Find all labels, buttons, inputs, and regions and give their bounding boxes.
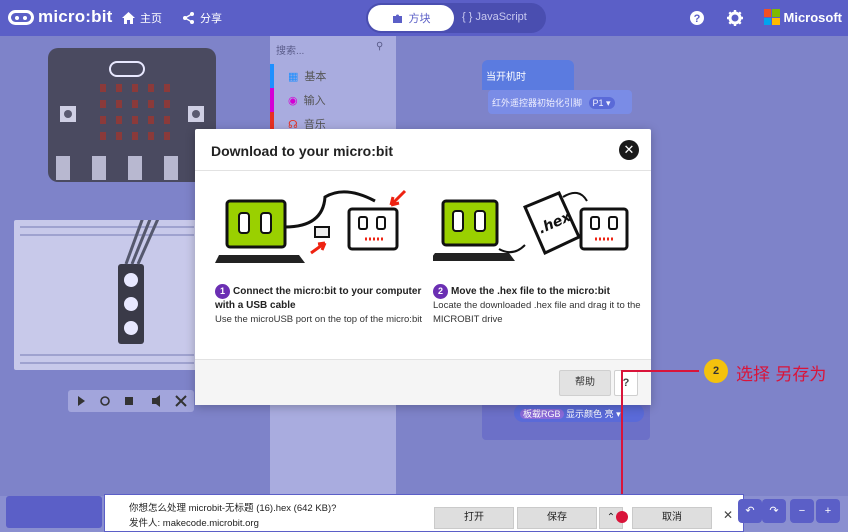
download-source: 发件人: makecode.microbit.org: [129, 518, 259, 529]
target-icon: ◉: [288, 94, 298, 107]
help-button[interactable]: 帮助: [559, 370, 611, 396]
microbit-logo[interactable]: micro:bit: [8, 7, 113, 27]
simulator-controls: [68, 390, 194, 412]
gear-icon[interactable]: [727, 10, 743, 26]
category-basic[interactable]: ▦ 基本: [270, 64, 396, 88]
microsoft-label: Microsoft: [783, 9, 843, 25]
bottom-left-tab: [6, 496, 102, 528]
toolbox-search-placeholder: 搜索...: [276, 46, 305, 57]
microsoft-logo[interactable]: Microsoft: [763, 9, 843, 25]
editor-mode-toggle: 方块 { } JavaScript: [366, 3, 546, 33]
search-icon: ⚲: [376, 41, 384, 52]
step-connect: 1 Connect the micro:bit to your computer …: [215, 187, 425, 327]
javascript-mode-label: JavaScript: [475, 11, 527, 23]
microbit-simulator[interactable]: [48, 48, 216, 182]
share-icon: [183, 12, 194, 24]
microbit-logo-icon: [8, 9, 34, 25]
callout-step-badge: 2: [704, 359, 728, 383]
share-label: 分享: [200, 13, 222, 25]
close-icon[interactable]: ✕: [723, 508, 733, 522]
dialog-header: Download to your micro:bit ✕: [195, 129, 651, 171]
callout-dot: [616, 511, 628, 523]
code-braces-icon: { }: [462, 11, 473, 23]
usb-connect-illustration: [215, 189, 407, 263]
rgb-block[interactable]: 板载RGB 显示颜色 亮 ▾: [514, 404, 644, 422]
step2-title: 2 Move the .hex file to the micro:bit: [433, 284, 643, 299]
ir-pin-dropdown[interactable]: P1 ▾: [588, 97, 615, 109]
home-label: 主页: [140, 13, 162, 25]
close-icon[interactable]: ✕: [619, 140, 639, 160]
home-icon: [122, 12, 135, 24]
ir-init-block[interactable]: 红外遥控器初始化引脚 P1 ▾: [488, 90, 632, 114]
simulator-control-icons[interactable]: [68, 390, 194, 412]
step1-description: Use the microUSB port on the top of the …: [215, 314, 422, 326]
minus-icon: −: [798, 505, 806, 517]
step2-badge: 2: [433, 284, 448, 299]
undo-icon: ↶: [745, 505, 755, 517]
javascript-mode-button[interactable]: { } JavaScript: [462, 11, 527, 23]
blocks-mode-button[interactable]: 方块: [368, 5, 454, 31]
dialog-footer: 帮助 ?: [195, 359, 651, 405]
ir-init-label: 红外遥控器初始化引脚: [492, 98, 583, 108]
step1-title-text: Connect the micro:bit to your computer w…: [215, 286, 422, 312]
open-button[interactable]: 打开: [434, 507, 514, 529]
microbit-board-graphic: [56, 61, 204, 180]
logo-text: micro:bit: [38, 7, 113, 26]
download-question: 你想怎么处理 microbit-无标题 (16).hex (642 KB)?: [129, 503, 337, 514]
step1-badge: 1: [215, 284, 230, 299]
grid-icon: ▦: [288, 70, 299, 83]
callout-line-horizontal: [621, 370, 699, 372]
top-bar: micro:bit 主页 分享 方块 { } JavaScript ? Micr…: [0, 0, 848, 36]
plus-icon: +: [824, 505, 832, 517]
step1-title: 1 Connect the micro:bit to your computer …: [215, 284, 425, 313]
on-start-label: 当开机时: [486, 72, 526, 83]
help-icon[interactable]: ?: [689, 10, 705, 26]
zoom-in-button[interactable]: +: [816, 499, 840, 523]
step2-title-text: Move the .hex file to the micro:bit: [451, 286, 610, 298]
save-button[interactable]: 保存: [517, 507, 597, 529]
download-notification-bar: 你想怎么处理 microbit-无标题 (16).hex (642 KB)? 发…: [104, 494, 744, 532]
step-move-hex: .hex 2 Move the .hex file to the micro:bi…: [429, 187, 643, 327]
callout-text: 选择 另存为: [736, 365, 827, 385]
help-question-button[interactable]: ?: [614, 370, 638, 396]
rgb-action: 显示颜色: [566, 409, 603, 419]
dialog-title: Download to your micro:bit: [211, 143, 393, 159]
download-dialog: Download to your micro:bit ✕ 1 Connect th…: [195, 129, 651, 405]
breadboard-graphic: [20, 159, 194, 364]
redo-icon: ↷: [769, 505, 779, 517]
category-input-label: 输入: [303, 95, 326, 107]
cancel-button[interactable]: 取消: [632, 507, 712, 529]
toolbox-search[interactable]: 搜索... ⚲: [276, 41, 383, 57]
puzzle-icon: [392, 14, 402, 23]
undo-button[interactable]: ↶: [738, 499, 762, 523]
hex-move-illustration: .hex: [429, 191, 629, 261]
redo-button[interactable]: ↷: [762, 499, 786, 523]
rgb-label: 板载RGB: [520, 409, 564, 419]
zoom-out-button[interactable]: −: [790, 499, 814, 523]
blocks-mode-label: 方块: [408, 13, 431, 25]
step2-description: Locate the downloaded .hex file and drag…: [433, 300, 641, 326]
microsoft-grid-icon: [763, 9, 780, 25]
home-link[interactable]: 主页: [122, 10, 162, 26]
on-start-block[interactable]: 当开机时: [482, 60, 574, 90]
svg-text:?: ?: [694, 13, 701, 25]
category-basic-label: 基本: [304, 71, 327, 83]
category-input[interactable]: ◉ 输入: [270, 88, 396, 112]
breadboard: [14, 159, 200, 370]
chevron-up-icon: ⌃: [606, 512, 616, 523]
share-link[interactable]: 分享: [182, 10, 222, 26]
rgb-value-dropdown[interactable]: 亮 ▾: [605, 409, 621, 419]
